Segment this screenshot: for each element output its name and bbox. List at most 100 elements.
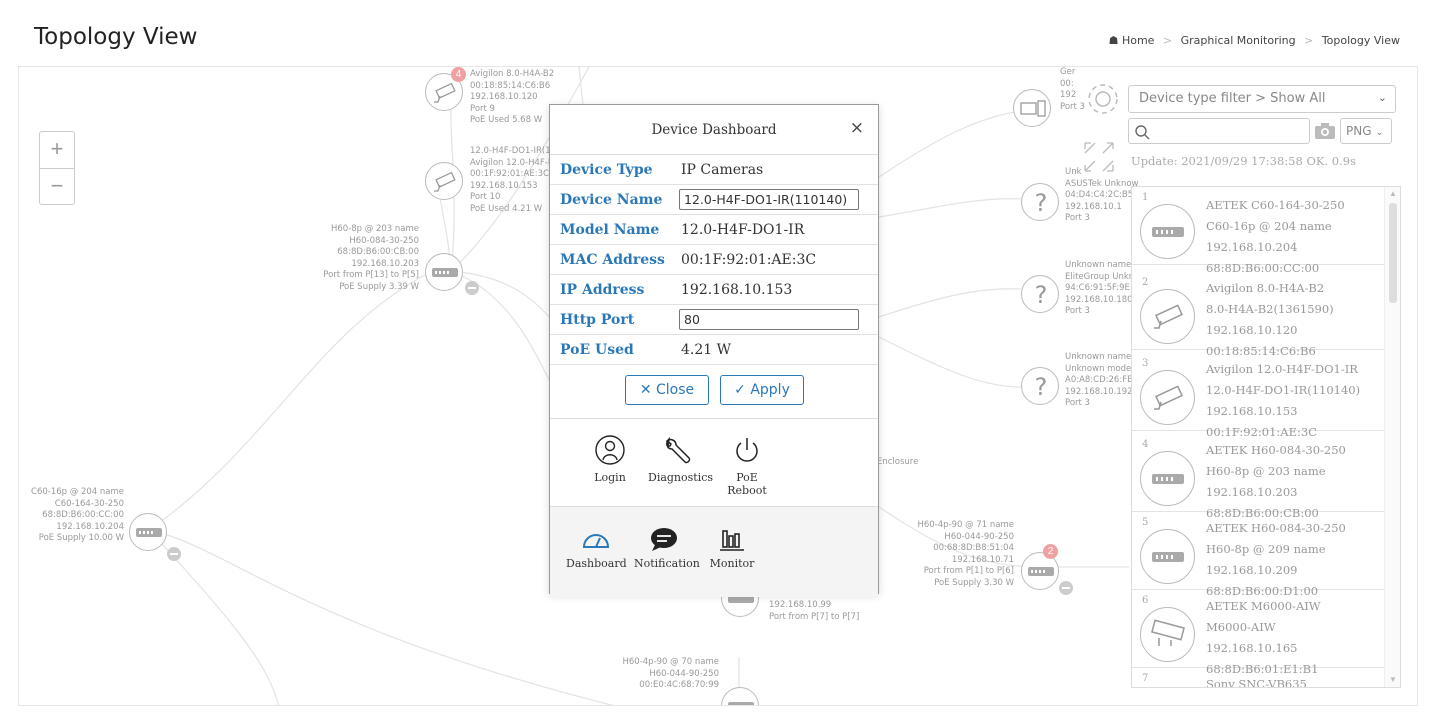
apply-button[interactable]: ✓ Apply: [720, 375, 804, 405]
wrench-icon: [665, 436, 691, 464]
switch-icon: [1028, 567, 1054, 576]
model-name-row: Model Name 12.0-H4F-DO1-IR: [550, 215, 878, 245]
switch-icon: [728, 702, 754, 705]
switch-node-h60-8p[interactable]: [425, 253, 463, 291]
list-item[interactable]: 6 AETEK M6000-AIW M6000-AIW 192.168.10.1…: [1132, 590, 1385, 676]
list-item[interactable]: 1 AETEK C60-164-30-250 C60-16p @ 204 nam…: [1132, 187, 1385, 275]
tab-dashboard[interactable]: Dashboard: [566, 525, 627, 570]
device-type-filter-select[interactable]: Device type filter > Show All ⌄: [1128, 85, 1396, 113]
switch-icon: [1140, 451, 1195, 506]
scroll-down-icon[interactable]: ▼: [1389, 675, 1397, 684]
home-icon: ☗: [1108, 34, 1119, 47]
alert-badge: 4: [451, 67, 466, 82]
question-icon: ?: [1035, 189, 1048, 217]
diagnostics-action[interactable]: Diagnostics: [648, 433, 713, 484]
check-icon: ✓: [734, 382, 746, 398]
modal-close-icon[interactable]: ×: [850, 118, 864, 138]
settings-gear-icon[interactable]: [1081, 77, 1125, 121]
unknown-device-node-1[interactable]: ?: [1021, 183, 1059, 221]
breadcrumb: ☗ Home > Graphical Monitoring > Topology…: [1108, 34, 1400, 47]
camera-node-1-label: Avigilon 8.0-H4A-B2 00:18:85:14:C6:B6 192.…: [470, 69, 555, 125]
tab-monitor[interactable]: Monitor: [702, 525, 762, 570]
list-item[interactable]: 3 Avigilon 12.0-H4F-DO1-IR 12.0-H4F-DO1-…: [1132, 353, 1385, 439]
switch-icon: [1140, 529, 1195, 584]
scroll-up-icon[interactable]: ▲: [1389, 189, 1397, 198]
switch-h60-8p-label: H60-8p @ 203 name H60-084-30-250 68:8D:B6:…: [323, 224, 419, 292]
camera-node-2[interactable]: [425, 162, 463, 200]
switch-icon: [1140, 204, 1195, 259]
zoom-controls: + −: [39, 131, 75, 205]
collapse-button[interactable]: [1059, 581, 1073, 595]
dashboard-gauge-icon: [582, 534, 610, 548]
chevron-down-icon: ⌄: [1375, 127, 1384, 138]
modal-title: Device Dashboard: [651, 122, 777, 138]
list-item[interactable]: 4 AETEK H60-084-30-250 H60-8p @ 203 name…: [1132, 434, 1385, 520]
export-format-select[interactable]: PNG ⌄: [1340, 118, 1392, 144]
unknown-device-1-label: Unk ASUSTek Unknow 04:D4:C4:2C:B5:E 192.168…: [1065, 167, 1142, 223]
pc-node[interactable]: [1013, 89, 1051, 127]
list-item[interactable]: 7 Sony SNC-VB635: [1132, 668, 1385, 687]
list-item[interactable]: 5 AETEK H60-084-30-250 H60-8p @ 209 name…: [1132, 512, 1385, 598]
device-type-row: Device Type IP Cameras: [550, 155, 878, 185]
zoom-in-button[interactable]: +: [40, 132, 74, 168]
zoom-out-button[interactable]: −: [40, 168, 74, 204]
switch-bottom-label: H60-4p-90 @ 70 name H60-044-90-250 00:E0:4…: [622, 657, 720, 690]
enclosure-label: Enclosure: [877, 457, 919, 467]
breadcrumb-topology-view: Topology View: [1321, 34, 1400, 47]
device-name-input[interactable]: [679, 189, 859, 210]
login-action[interactable]: Login: [588, 433, 632, 484]
device-list[interactable]: 1 AETEK C60-164-30-250 C60-16p @ 204 nam…: [1131, 186, 1401, 688]
chevron-down-icon: ⌄: [1377, 91, 1387, 104]
camera-icon: [434, 171, 456, 192]
svg-text:?: ?: [1035, 373, 1048, 401]
login-user-icon: [595, 435, 625, 465]
camera-icon: [1140, 607, 1195, 662]
poe-used-row: PoE Used 4.21 W: [550, 335, 878, 365]
switch-middle-label: 192.168.10.99 Port from P[7] to P[7]: [769, 600, 860, 622]
unknown-device-node-3[interactable]: ?: [1021, 367, 1059, 405]
modal-tabs: Dashboard Notification Monitor: [550, 507, 878, 597]
bar-chart-icon: [720, 530, 744, 551]
svg-text:?: ?: [1035, 281, 1048, 309]
close-icon: ✕: [639, 382, 652, 398]
switch-node-bottom[interactable]: [721, 687, 759, 705]
http-port-row: Http Port: [550, 305, 878, 335]
camera-icon: [1140, 289, 1195, 344]
switch-icon: [432, 268, 458, 277]
device-search-input[interactable]: [1128, 118, 1310, 144]
question-icon: ?: [1035, 373, 1048, 401]
breadcrumb-graphical-monitoring[interactable]: Graphical Monitoring: [1181, 34, 1296, 47]
svg-text:?: ?: [1035, 189, 1048, 217]
device-dashboard-modal: Device Dashboard × Device Type IP Camera…: [549, 104, 879, 597]
unknown-device-node-2[interactable]: ?: [1021, 275, 1059, 313]
update-status: Update: 2021/09/29 17:38:58 OK. 0.9s: [1131, 154, 1356, 168]
poe-reboot-action[interactable]: PoE Reboot: [716, 433, 778, 497]
modal-header: Device Dashboard ×: [550, 105, 878, 155]
page-title: Topology View: [34, 24, 198, 50]
http-port-input[interactable]: [679, 309, 859, 330]
switch-node-c60-16p[interactable]: [129, 513, 167, 551]
breadcrumb-home[interactable]: Home: [1122, 34, 1154, 47]
snapshot-camera-icon[interactable]: [1314, 121, 1336, 141]
collapse-button[interactable]: [167, 547, 181, 561]
tab-notification[interactable]: Notification: [634, 525, 700, 570]
mac-address-row: MAC Address 00:1F:92:01:AE:3C: [550, 245, 878, 275]
switch-icon: [136, 528, 162, 537]
power-icon: [736, 438, 758, 462]
ip-address-row: IP Address 192.168.10.153: [550, 275, 878, 305]
camera-icon: [1140, 370, 1195, 425]
switch-c60-16p-label: C60-16p @ 204 name C60-164-30-250 68:8D:B6…: [31, 487, 124, 543]
collapse-button[interactable]: [465, 281, 479, 295]
modal-button-row: ✕ Close ✓ Apply: [550, 365, 878, 419]
computer-icon: [1020, 100, 1046, 117]
close-button[interactable]: ✕ Close: [625, 375, 709, 405]
switch-h60-4p-label: H60-4p-90 @ 71 name H60-044-90-250 00:68:8…: [917, 520, 1015, 588]
chat-bubble-icon: [651, 528, 677, 551]
question-icon: ?: [1035, 281, 1048, 309]
alert-badge: 2: [1043, 544, 1058, 559]
scrollbar-thumb[interactable]: [1389, 203, 1397, 303]
list-item[interactable]: 2 Avigilon 8.0-H4A-B2 8.0-H4A-B2(1361590…: [1132, 272, 1385, 358]
camera-node-2-label: 12.0-H4F-DO1-IR(11 Avigilon 12.0-H4F-DO 00…: [470, 146, 562, 214]
list-scrollbar[interactable]: ▲ ▼: [1384, 187, 1400, 687]
modal-actions: Login Diagnostics PoE Reboot: [550, 419, 878, 507]
